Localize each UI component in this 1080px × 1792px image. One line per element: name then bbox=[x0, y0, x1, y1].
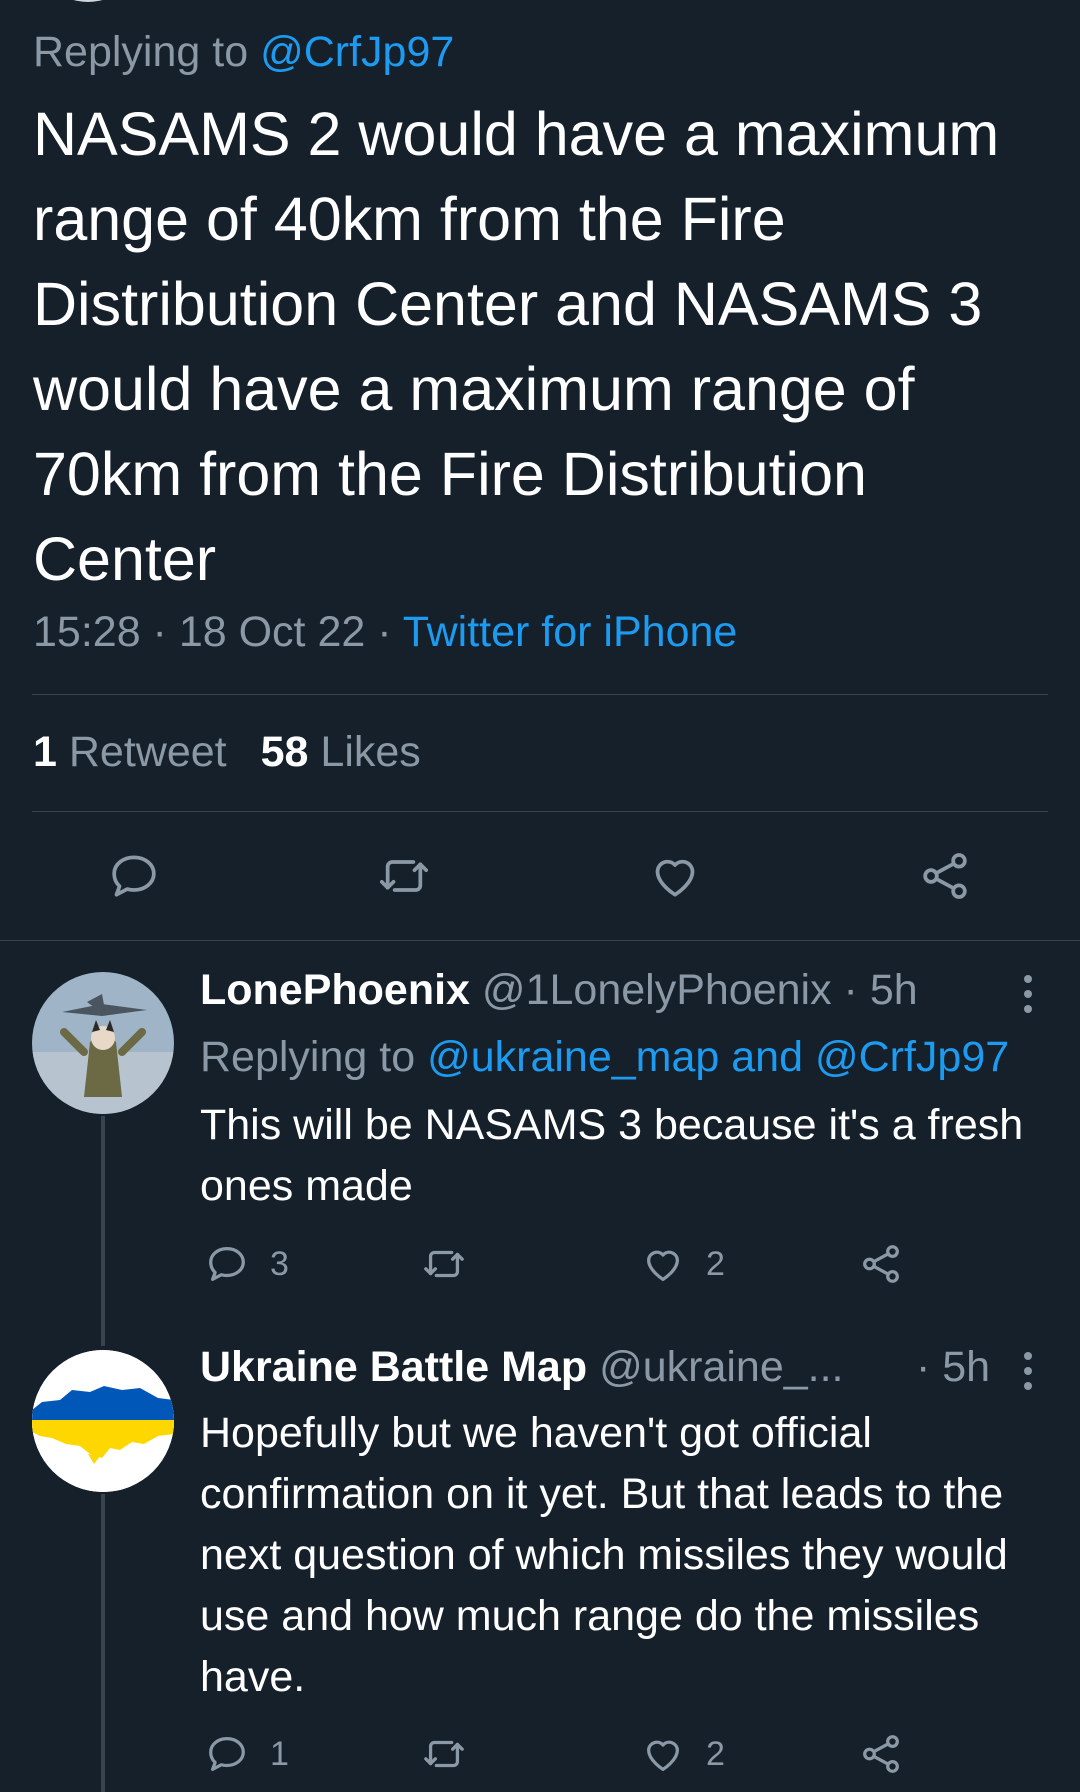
tweet-time: 15:28 bbox=[33, 608, 141, 656]
retweet-icon bbox=[421, 1731, 467, 1777]
reply-header: LonePhoenix @1LonelyPhoenix · 5h bbox=[200, 966, 918, 1015]
engagement-stats: 1 Retweet 58 Likes bbox=[33, 728, 421, 777]
divider bbox=[32, 811, 1048, 812]
avatar[interactable] bbox=[32, 972, 174, 1114]
reply-text: Hopefully but we haven't got official co… bbox=[200, 1409, 1008, 1701]
replying-prefix: Replying to bbox=[200, 1033, 428, 1081]
retweet-button[interactable] bbox=[421, 1730, 467, 1778]
reply-icon bbox=[204, 1731, 250, 1777]
retweet-icon bbox=[421, 1241, 467, 1287]
replying-handle-link[interactable]: @CrfJp97 bbox=[260, 28, 454, 76]
more-options-icon[interactable] bbox=[1016, 1352, 1040, 1392]
like-icon bbox=[640, 1241, 686, 1287]
replying-prefix: Replying to bbox=[33, 28, 261, 76]
user-handle[interactable]: @1LonelyPhoenix bbox=[482, 966, 832, 1014]
reply-header: Ukraine Battle Map @ukraine_... bbox=[200, 1343, 844, 1392]
retweet-stat[interactable]: 1 Retweet bbox=[33, 728, 227, 776]
more-options-icon[interactable] bbox=[1016, 975, 1040, 1015]
thread-line bbox=[101, 1116, 105, 1346]
divider bbox=[32, 694, 1048, 695]
likes-label: Likes bbox=[320, 728, 421, 776]
display-name[interactable]: Ukraine Battle Map bbox=[200, 1343, 587, 1391]
reply-time: · 5h bbox=[843, 966, 918, 1014]
tweet-date: 18 Oct 22 bbox=[178, 608, 366, 656]
reply-button[interactable]: 1 bbox=[204, 1730, 289, 1778]
tweet-source-link[interactable]: Twitter for iPhone bbox=[403, 608, 738, 656]
thread-line bbox=[101, 1494, 105, 1792]
like-count: 2 bbox=[706, 1734, 725, 1773]
likes-stat[interactable]: 58 Likes bbox=[261, 728, 421, 776]
share-button[interactable] bbox=[858, 1240, 904, 1288]
avatar[interactable] bbox=[32, 1350, 174, 1492]
share-icon bbox=[858, 1241, 904, 1287]
like-button[interactable]: 2 bbox=[640, 1730, 725, 1778]
retweet-button[interactable] bbox=[421, 1240, 467, 1288]
share-icon[interactable] bbox=[917, 848, 973, 904]
divider bbox=[0, 940, 1080, 941]
share-button[interactable] bbox=[858, 1730, 904, 1778]
retweet-icon[interactable] bbox=[376, 848, 432, 904]
share-icon bbox=[858, 1731, 904, 1777]
reply-button[interactable]: 3 bbox=[204, 1240, 289, 1288]
likes-count: 58 bbox=[260, 728, 309, 776]
display-name[interactable]: LonePhoenix bbox=[200, 966, 470, 1014]
reply-count: 1 bbox=[270, 1734, 289, 1773]
previous-tweet-avatar-fragment bbox=[58, 0, 118, 2]
like-button[interactable]: 2 bbox=[640, 1240, 725, 1288]
retweet-label: Retweet bbox=[68, 728, 227, 776]
retweet-count: 1 bbox=[33, 728, 57, 776]
like-icon bbox=[640, 1731, 686, 1777]
reply-count: 3 bbox=[270, 1244, 289, 1283]
reply-replying-to: Replying to @ukraine_map and @CrfJp97 bbox=[200, 1033, 1009, 1082]
main-tweet-meta: 15:28 · 18 Oct 22 · Twitter for iPhone bbox=[33, 608, 737, 657]
reply-icon bbox=[204, 1241, 250, 1287]
like-count: 2 bbox=[706, 1244, 725, 1283]
meta-separator: · bbox=[365, 608, 403, 656]
reply-time: · 5h bbox=[916, 1343, 991, 1391]
main-tweet-text: NASAMS 2 would have a maximum range of 4… bbox=[33, 100, 1000, 593]
reply-time-wrap: · 5h bbox=[916, 1343, 990, 1392]
main-replying-to: Replying to @CrfJp97 bbox=[33, 28, 454, 77]
reply-text: This will be NASAMS 3 because it's a fre… bbox=[200, 1101, 1024, 1210]
like-icon[interactable] bbox=[647, 848, 703, 904]
reply-icon[interactable] bbox=[106, 848, 162, 904]
replying-handles-link[interactable]: @ukraine_map and @CrfJp97 bbox=[427, 1033, 1009, 1081]
meta-separator: · bbox=[140, 608, 179, 656]
user-handle[interactable]: @ukraine_... bbox=[599, 1343, 843, 1391]
